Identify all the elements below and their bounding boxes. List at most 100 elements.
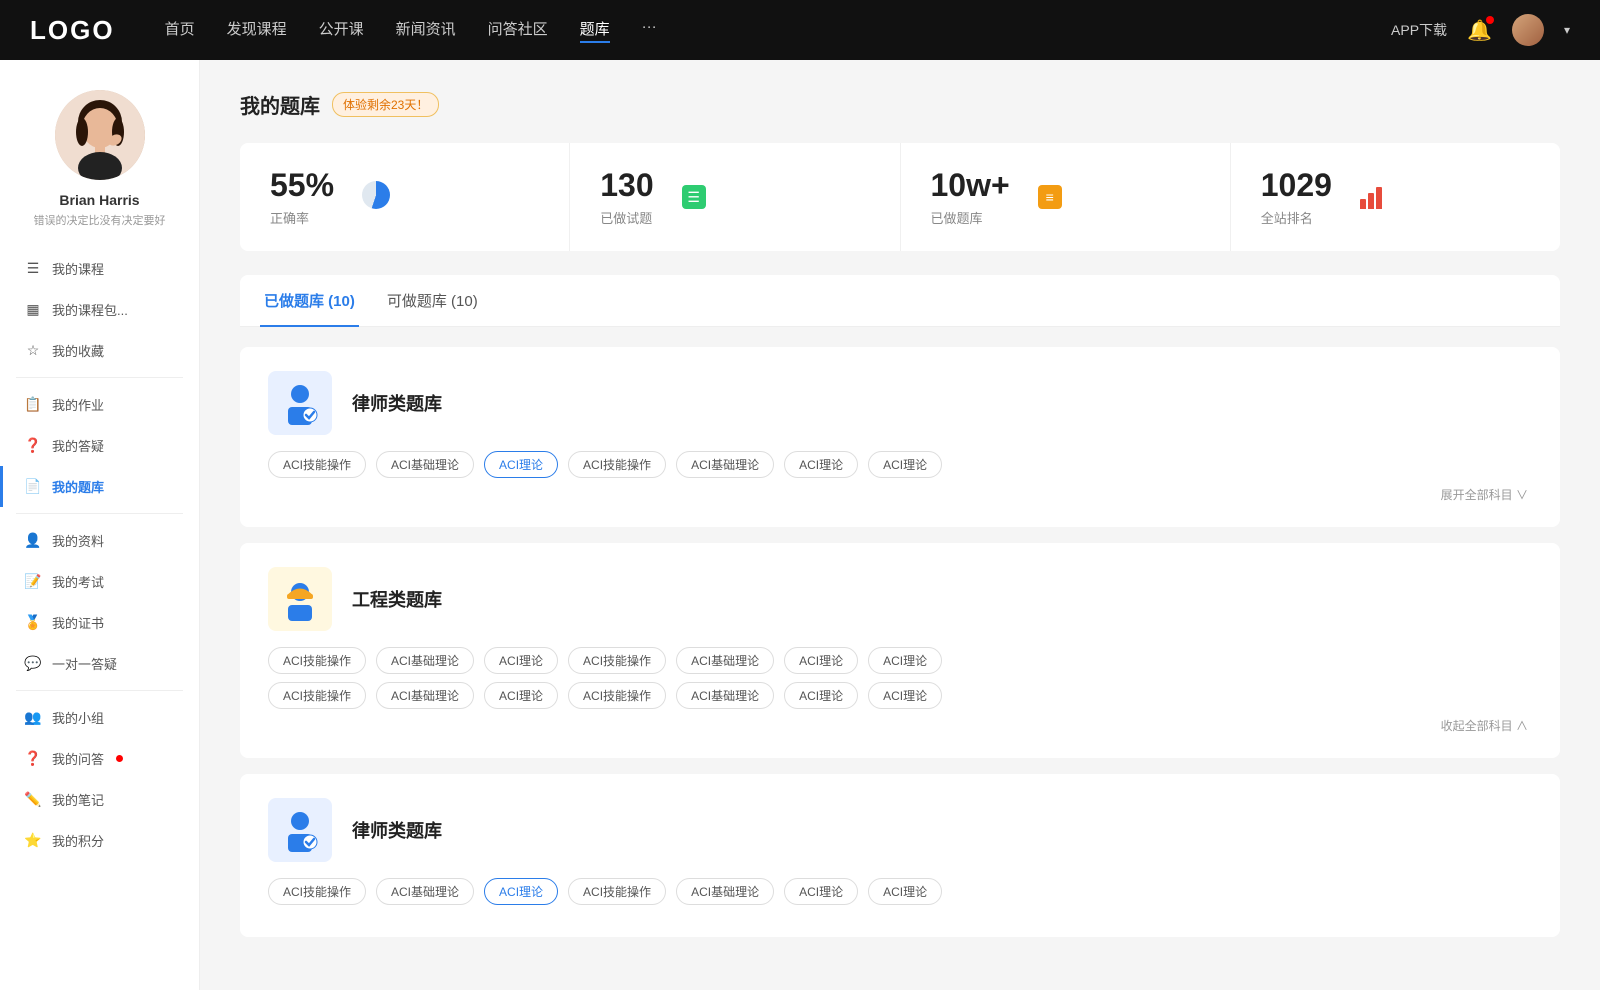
stat-ranking-label: 全站排名 (1261, 208, 1332, 227)
tag-eng-r2-3[interactable]: ACI技能操作 (568, 682, 666, 709)
sidebar-item-my-data[interactable]: 👤 我的资料 (0, 520, 199, 561)
ranking-chart-icon (1360, 185, 1384, 209)
tag-eng-r1-2[interactable]: ACI理论 (484, 647, 558, 674)
tag-lawyer-0[interactable]: ACI技能操作 (268, 451, 366, 478)
sidebar-item-one-on-one[interactable]: 💬 一对一答疑 (0, 643, 199, 684)
navbar-nav: 首页 发现课程 公开课 新闻资讯 问答社区 题库 ··· (165, 18, 1391, 43)
stat-done-questions: 130 已做试题 ☰ (570, 143, 900, 251)
notification-bell-icon[interactable]: 🔔 (1467, 18, 1492, 43)
nav-item-open-course[interactable]: 公开课 (319, 18, 364, 43)
tag-eng-r1-4[interactable]: ACI基础理论 (676, 647, 774, 674)
tag-lawyer-1[interactable]: ACI基础理论 (376, 451, 474, 478)
sidebar-item-my-points[interactable]: ⭐ 我的积分 (0, 820, 199, 861)
sidebar-divider-3 (16, 690, 183, 691)
sidebar-item-my-notes[interactable]: ✏️ 我的笔记 (0, 779, 199, 820)
tag-lawyer2-5[interactable]: ACI理论 (784, 878, 858, 905)
page-header: 我的题库 体验剩余23天！ (240, 90, 1560, 119)
homework-icon: 📋 (24, 396, 42, 413)
tag-lawyer2-2[interactable]: ACI理论 (484, 878, 558, 905)
tag-eng-r1-5[interactable]: ACI理论 (784, 647, 858, 674)
tab-done-banks[interactable]: 已做题库 (10) (260, 276, 359, 327)
tag-lawyer2-1[interactable]: ACI基础理论 (376, 878, 474, 905)
tag-eng-r2-4[interactable]: ACI基础理论 (676, 682, 774, 709)
expand-lawyer-link[interactable]: 展开全部科目 ∨ (268, 486, 1532, 503)
tag-lawyer2-4[interactable]: ACI基础理论 (676, 878, 774, 905)
sidebar-divider-2 (16, 513, 183, 514)
tag-lawyer-3[interactable]: ACI技能操作 (568, 451, 666, 478)
tag-lawyer-6[interactable]: ACI理论 (868, 451, 942, 478)
navbar: LOGO 首页 发现课程 公开课 新闻资讯 问答社区 题库 ··· APP下载 … (0, 0, 1600, 60)
qbank-lawyer2-header: 律师类题库 (268, 798, 1532, 862)
nav-item-home[interactable]: 首页 (165, 18, 195, 43)
sidebar-item-my-qa[interactable]: ❓ 我的答疑 (0, 425, 199, 466)
notification-dot (1486, 16, 1494, 24)
stat-accuracy-value: 55% (270, 167, 334, 204)
certs-icon: 🏅 (24, 614, 42, 631)
sidebar-item-homework[interactable]: 📋 我的作业 (0, 384, 199, 425)
tab-available-banks[interactable]: 可做题库 (10) (383, 276, 482, 327)
sidebar-item-favorites[interactable]: ☆ 我的收藏 (0, 330, 199, 371)
tag-eng-r1-0[interactable]: ACI技能操作 (268, 647, 366, 674)
user-menu-arrow-icon[interactable]: ▾ (1564, 23, 1570, 37)
stat-done-questions-label: 已做试题 (600, 208, 653, 227)
sidebar-item-my-questions[interactable]: ❓ 我的问答 (0, 738, 199, 779)
qbank-lawyer-title: 律师类题库 (352, 390, 442, 416)
sidebar-username: Brian Harris (59, 192, 139, 208)
sidebar-item-my-groups[interactable]: 👥 我的小组 (0, 697, 199, 738)
tag-lawyer-4[interactable]: ACI基础理论 (676, 451, 774, 478)
tag-lawyer-5[interactable]: ACI理论 (784, 451, 858, 478)
collapse-engineering-link[interactable]: 收起全部科目 ∧ (268, 717, 1532, 734)
main-content: 我的题库 体验剩余23天！ 55% 正确率 130 已做试题 ☰ (200, 60, 1600, 990)
stat-done-banks: 10w+ 已做题库 ≡ (901, 143, 1231, 251)
tag-eng-r2-5[interactable]: ACI理论 (784, 682, 858, 709)
tag-lawyer2-3[interactable]: ACI技能操作 (568, 878, 666, 905)
tag-eng-r1-6[interactable]: ACI理论 (868, 647, 942, 674)
sidebar-item-course-packages[interactable]: ▦ 我的课程包... (0, 289, 199, 330)
stat-accuracy-label: 正确率 (270, 208, 334, 227)
nav-item-news[interactable]: 新闻资讯 (396, 18, 456, 43)
groups-icon: 👥 (24, 709, 42, 726)
stat-done-banks-label: 已做题库 (931, 208, 1010, 227)
exams-icon: 📝 (24, 573, 42, 590)
tag-lawyer2-6[interactable]: ACI理论 (868, 878, 942, 905)
sidebar: Brian Harris 错误的决定比没有决定要好 ☰ 我的课程 ▦ 我的课程包… (0, 60, 200, 990)
sidebar-menu: ☰ 我的课程 ▦ 我的课程包... ☆ 我的收藏 📋 我的作业 ❓ 我的答疑 📄 (0, 248, 199, 861)
user-avatar (55, 90, 145, 180)
sidebar-motto: 错误的决定比没有决定要好 (24, 212, 176, 228)
done-banks-icon: ≡ (1038, 185, 1062, 209)
tag-lawyer2-0[interactable]: ACI技能操作 (268, 878, 366, 905)
trial-badge: 体验剩余23天！ (332, 92, 439, 117)
qbank-engineering-header: 工程类题库 (268, 567, 1532, 631)
app-download-button[interactable]: APP下载 (1391, 20, 1447, 40)
qbank-card-engineering: 工程类题库 ACI技能操作 ACI基础理论 ACI理论 ACI技能操作 ACI基… (240, 543, 1560, 758)
qbank-engineering-icon (268, 567, 332, 631)
nav-item-more[interactable]: ··· (642, 18, 657, 43)
sidebar-item-my-exams[interactable]: 📝 我的考试 (0, 561, 199, 602)
lawyer2-figure-icon (278, 808, 322, 852)
courses-icon: ☰ (24, 260, 42, 277)
nav-item-qbank[interactable]: 题库 (580, 18, 610, 43)
nav-item-qa[interactable]: 问答社区 (488, 18, 548, 43)
accuracy-chart-icon (362, 181, 390, 214)
qbank-lawyer-tags: ACI技能操作 ACI基础理论 ACI理论 ACI技能操作 ACI基础理论 AC… (268, 451, 1532, 478)
sidebar-item-my-certs[interactable]: 🏅 我的证书 (0, 602, 199, 643)
tag-eng-r1-3[interactable]: ACI技能操作 (568, 647, 666, 674)
avatar-illustration (55, 90, 145, 180)
user-avatar-nav[interactable] (1512, 14, 1544, 46)
sidebar-item-my-courses[interactable]: ☰ 我的课程 (0, 248, 199, 289)
qbank-lawyer2-title: 律师类题库 (352, 817, 442, 843)
tag-eng-r2-6[interactable]: ACI理论 (868, 682, 942, 709)
tag-eng-r2-0[interactable]: ACI技能操作 (268, 682, 366, 709)
qbank-engineering-title: 工程类题库 (352, 586, 442, 612)
data-icon: 👤 (24, 532, 42, 549)
qbank-lawyer-icon (268, 371, 332, 435)
nav-item-discover[interactable]: 发现课程 (227, 18, 287, 43)
qbank-lawyer-header: 律师类题库 (268, 371, 1532, 435)
page-wrapper: Brian Harris 错误的决定比没有决定要好 ☰ 我的课程 ▦ 我的课程包… (0, 60, 1600, 990)
tag-lawyer-2[interactable]: ACI理论 (484, 451, 558, 478)
notes-icon: ✏️ (24, 791, 42, 808)
tag-eng-r1-1[interactable]: ACI基础理论 (376, 647, 474, 674)
sidebar-item-my-qbank[interactable]: 📄 我的题库 (0, 466, 199, 507)
tag-eng-r2-1[interactable]: ACI基础理论 (376, 682, 474, 709)
tag-eng-r2-2[interactable]: ACI理论 (484, 682, 558, 709)
